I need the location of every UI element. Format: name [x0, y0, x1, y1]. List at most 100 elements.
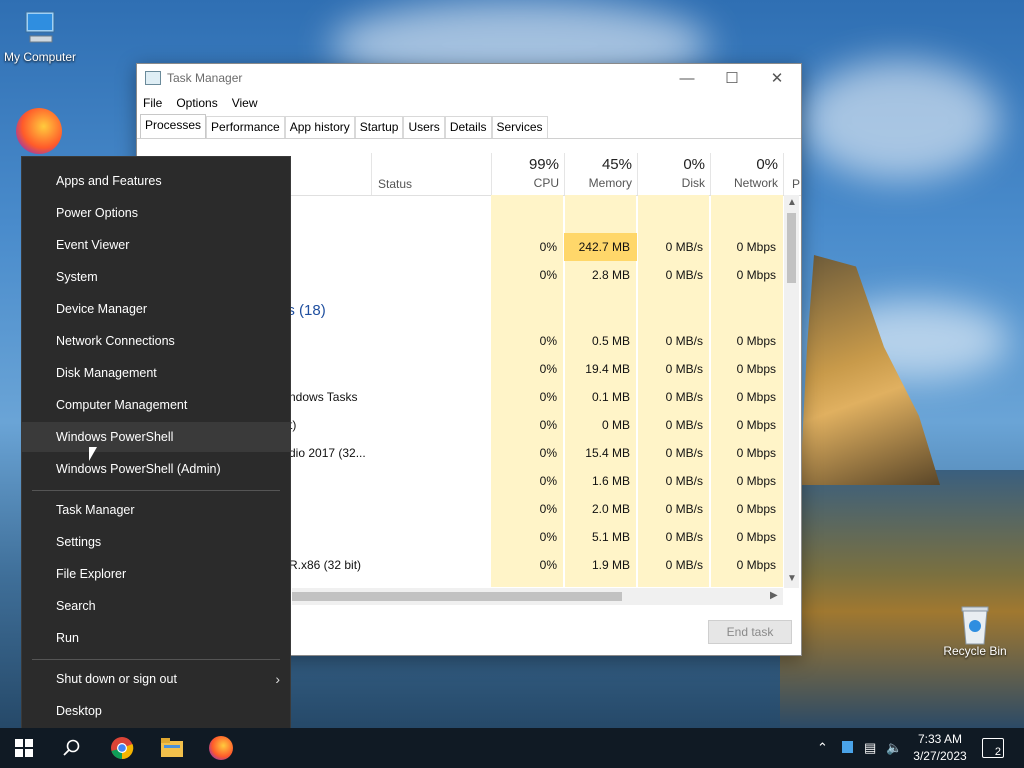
memory-cell: 0.5 MB [591, 334, 630, 348]
network-cell: 0 Mbps [736, 474, 776, 488]
header-power[interactable]: P [783, 153, 802, 195]
menu-item-disk-management[interactable]: Disk Management [22, 358, 290, 388]
tab-performance[interactable]: Performance [206, 116, 285, 138]
memory-cell: 242.7 MB [564, 233, 637, 261]
cloud [800, 60, 1000, 180]
network-icon[interactable]: ▤ [864, 740, 876, 756]
disk-percent: 0% [683, 156, 705, 173]
header-memory[interactable]: 45% Memory [564, 153, 638, 195]
task-manager-icon [145, 71, 161, 85]
disk-cell: 0 MB/s [665, 362, 703, 376]
header-cpu[interactable]: 99% CPU [491, 153, 565, 195]
taskbar-firefox[interactable] [197, 728, 245, 768]
cpu-cell: 0% [539, 502, 557, 516]
menu-item-desktop[interactable]: Desktop [22, 696, 290, 726]
menu-item-event-viewer[interactable]: Event Viewer [22, 230, 290, 260]
desktop-icon-label: My Computer [3, 50, 77, 64]
menu-item-label: Shut down or sign out [56, 672, 177, 686]
show-hidden-icons-chevron-icon[interactable]: ⌃ [817, 740, 828, 756]
menu-item-system[interactable]: System [22, 262, 290, 292]
chevron-right-icon: › [275, 671, 280, 687]
vertical-scrollbar[interactable]: ▲ ▼ [784, 195, 799, 588]
desktop-icon-recycle-bin[interactable]: Recycle Bin [935, 602, 1015, 658]
network-cell: 0 Mbps [736, 362, 776, 376]
taskbar-search-button[interactable] [48, 728, 96, 768]
maximize-button[interactable]: ☐ [709, 64, 755, 92]
title-bar[interactable]: Task Manager — ☐ ✕ [137, 64, 801, 92]
tab-details[interactable]: Details [444, 116, 492, 138]
hscroll-thumb[interactable] [292, 592, 622, 601]
power-user-menu: Apps and Features Power Options Event Vi… [22, 157, 290, 734]
scroll-right-arrow[interactable]: ▶ [770, 590, 778, 601]
search-icon [63, 739, 80, 756]
clock-time: 7:33 AM [917, 732, 963, 746]
menu-item-file-explorer[interactable]: File Explorer [22, 559, 290, 589]
taskbar-chrome[interactable] [98, 728, 146, 768]
menu-item-windows-powershell-admin[interactable]: Windows PowerShell (Admin) [22, 454, 290, 484]
horizontal-scrollbar[interactable]: ▶ [292, 588, 783, 605]
scroll-thumb[interactable] [787, 213, 796, 283]
process-name [289, 233, 489, 261]
memory-cell: 2.0 MB [591, 502, 630, 516]
menu-item-apps-and-features[interactable]: Apps and Features [22, 166, 290, 196]
chrome-icon [111, 737, 134, 760]
menu-view[interactable]: View [232, 96, 258, 110]
disk-cell: 0 MB/s [665, 418, 703, 432]
tab-app-history[interactable]: App history [284, 116, 355, 138]
network-cell: 0 Mbps [736, 334, 776, 348]
header-status[interactable]: Status [371, 153, 492, 195]
window-title: Task Manager [167, 71, 243, 85]
disk-cell: 0 MB/s [665, 240, 703, 254]
menu-item-run[interactable]: Run [22, 623, 290, 653]
scroll-up-arrow[interactable]: ▲ [787, 197, 797, 208]
taskbar-clock[interactable]: 7:33 AM 3/27/2023 [906, 731, 974, 765]
firefox-desktop-icon[interactable] [16, 108, 62, 154]
notifications-icon[interactable]: 2 [982, 738, 1004, 758]
cpu-cell: 0% [539, 446, 557, 460]
disk-cell: 0 MB/s [665, 530, 703, 544]
scroll-down-arrow[interactable]: ▼ [787, 573, 797, 584]
disk-cell: 0 MB/s [665, 390, 703, 404]
menu-item-computer-management[interactable]: Computer Management [22, 390, 290, 420]
process-name [289, 495, 489, 523]
memory-cell: 19.4 MB [585, 362, 630, 376]
minimize-button[interactable]: — [664, 64, 710, 92]
cpu-cell: 0% [539, 240, 557, 254]
cpu-cell: 0% [539, 362, 557, 376]
header-disk[interactable]: 0% Disk [637, 153, 711, 195]
menu-file[interactable]: File [143, 96, 162, 110]
memory-cell: 1.6 MB [591, 474, 630, 488]
tab-services[interactable]: Services [491, 116, 548, 138]
menu-item-settings[interactable]: Settings [22, 527, 290, 557]
header-network[interactable]: 0% Network [710, 153, 784, 195]
menu-item-network-connections[interactable]: Network Connections [22, 326, 290, 356]
end-task-button[interactable]: End task [708, 620, 792, 644]
network-cell: 0 Mbps [736, 530, 776, 544]
menu-item-windows-powershell[interactable]: Windows PowerShell [22, 422, 290, 452]
tray-app-icon[interactable] [842, 741, 853, 753]
process-name [289, 261, 489, 289]
cpu-cell: 0% [539, 558, 557, 572]
menu-item-task-manager[interactable]: Task Manager [22, 495, 290, 525]
close-button[interactable]: ✕ [754, 64, 800, 92]
firefox-icon [209, 736, 233, 760]
start-button[interactable] [0, 728, 48, 768]
tab-startup[interactable]: Startup [354, 116, 404, 138]
menu-item-search[interactable]: Search [22, 591, 290, 621]
disk-label: Disk [681, 176, 705, 190]
menu-item-device-manager[interactable]: Device Manager [22, 294, 290, 324]
taskbar-file-explorer[interactable] [148, 728, 196, 768]
process-name: R.x86 (32 bit) [289, 558, 362, 572]
disk-cell: 0 MB/s [665, 446, 703, 460]
menu-item-power-options[interactable]: Power Options [22, 198, 290, 228]
menu-options[interactable]: Options [176, 96, 217, 110]
menu-bar: File Options View [137, 92, 801, 114]
network-cell: 0 Mbps [736, 268, 776, 282]
menu-item-shut-down-or-sign-out[interactable]: Shut down or sign out › [22, 664, 290, 694]
desktop-icon-my-computer[interactable]: My Computer [0, 8, 80, 64]
computer-icon [18, 8, 62, 48]
tab-processes[interactable]: Processes [140, 114, 207, 138]
volume-icon[interactable]: 🔈 [886, 740, 902, 756]
tab-users[interactable]: Users [403, 116, 445, 138]
disk-cell: 0 MB/s [665, 334, 703, 348]
